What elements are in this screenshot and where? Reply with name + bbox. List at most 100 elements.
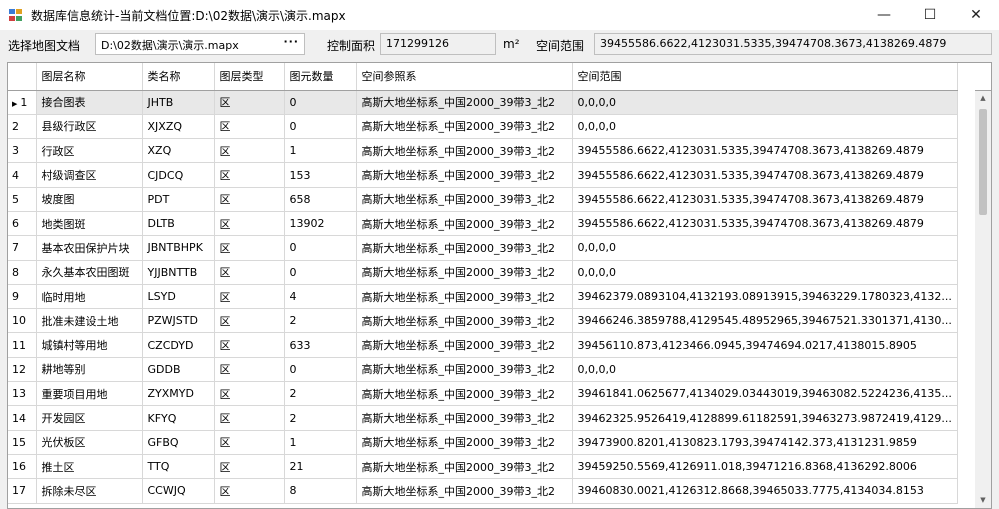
feature-count-cell[interactable]: 0 <box>284 114 357 140</box>
class-name-cell[interactable]: JHTB <box>142 90 215 115</box>
class-name-cell[interactable]: CZCDYD <box>142 332 215 358</box>
layer-type-cell[interactable]: 区 <box>214 260 285 285</box>
extent-cell[interactable]: 39459250.5569,4126911.018,39471216.8368,… <box>572 454 958 480</box>
col-header-class-name[interactable]: 类名称 <box>142 63 215 91</box>
extent-cell[interactable]: 39455586.6622,4123031.5335,39474708.3673… <box>572 162 958 188</box>
layer-type-cell[interactable]: 区 <box>214 90 285 115</box>
spatial-ref-cell[interactable]: 高斯大地坐标系_中国2000_39带3_北2 <box>356 381 573 407</box>
feature-count-cell[interactable]: 2 <box>284 381 357 407</box>
row-header[interactable]: 6 <box>8 211 37 237</box>
spatial-ref-cell[interactable]: 高斯大地坐标系_中国2000_39带3_北2 <box>356 235 573 261</box>
layer-type-cell[interactable]: 区 <box>214 114 285 140</box>
scroll-thumb[interactable] <box>979 109 987 215</box>
spatial-ref-cell[interactable]: 高斯大地坐标系_中国2000_39带3_北2 <box>356 405 573 431</box>
table-row[interactable]: ▶ 1 接合图表 JHTB 区 0 高斯大地坐标系_中国2000_39带3_北2 0,0,0,… <box>8 90 958 115</box>
layer-name-cell[interactable]: 拆除未尽区 <box>36 478 143 504</box>
class-name-cell[interactable]: ZYXMYD <box>142 381 215 407</box>
spatial-ref-cell[interactable]: 高斯大地坐标系_中国2000_39带3_北2 <box>356 332 573 358</box>
scroll-down-icon[interactable]: ▼ <box>975 493 991 508</box>
layer-name-cell[interactable]: 临时用地 <box>36 284 143 310</box>
layer-type-cell[interactable]: 区 <box>214 478 285 504</box>
class-name-cell[interactable]: CCWJQ <box>142 478 215 504</box>
table-row[interactable]: 12 耕地等别 GDDB 区 0 高斯大地坐标系_中国2000_39带3_北2 0,0,0,… <box>8 357 958 383</box>
spatial-ref-cell[interactable]: 高斯大地坐标系_中国2000_39带3_北2 <box>356 138 573 164</box>
layer-name-cell[interactable]: 行政区 <box>36 138 143 164</box>
layer-type-cell[interactable]: 区 <box>214 405 285 431</box>
layer-name-cell[interactable]: 村级调查区 <box>36 162 143 188</box>
layer-type-cell[interactable]: 区 <box>214 211 285 237</box>
class-name-cell[interactable]: CJDCQ <box>142 162 215 188</box>
layer-name-cell[interactable]: 坡度图 <box>36 187 143 212</box>
extent-cell[interactable]: 39455586.6622,4123031.5335,39474708.3673… <box>572 187 958 212</box>
row-header[interactable]: 4 <box>8 162 37 188</box>
table-row[interactable]: 6 地类图斑 DLTB 区 13902 高斯大地坐标系_中国2000_39带3_北2 394… <box>8 211 958 237</box>
layer-name-cell[interactable]: 地类图斑 <box>36 211 143 237</box>
class-name-cell[interactable]: GDDB <box>142 357 215 383</box>
layer-table[interactable]: 图层名称 类名称 图层类型 图元数量 空间参照系 空间范围 ▶ 1 接合图表 JHTB… <box>7 62 992 509</box>
table-row[interactable]: 5 坡度图 PDT 区 658 高斯大地坐标系_中国2000_39带3_北2 3945558… <box>8 187 958 212</box>
row-header[interactable]: 2 <box>8 114 37 140</box>
extent-cell[interactable]: 39456110.873,4123466.0945,39474694.0217,… <box>572 332 958 358</box>
feature-count-cell[interactable]: 153 <box>284 162 357 188</box>
row-header[interactable]: 17 <box>8 478 37 504</box>
table-row[interactable]: 3 行政区 XZQ 区 1 高斯大地坐标系_中国2000_39带3_北2 39455586.… <box>8 138 958 164</box>
feature-count-cell[interactable]: 1 <box>284 138 357 164</box>
col-header-feature-count[interactable]: 图元数量 <box>284 63 357 91</box>
spatial-ref-cell[interactable]: 高斯大地坐标系_中国2000_39带3_北2 <box>356 211 573 237</box>
table-row[interactable]: 11 城镇村等用地 CZCDYD 区 633 高斯大地坐标系_中国2000_39带3_北2… <box>8 332 958 358</box>
class-name-cell[interactable]: GFBQ <box>142 430 215 455</box>
feature-count-cell[interactable]: 658 <box>284 187 357 212</box>
spatial-ref-cell[interactable]: 高斯大地坐标系_中国2000_39带3_北2 <box>356 308 573 334</box>
feature-count-cell[interactable]: 4 <box>284 284 357 310</box>
extent-cell[interactable]: 0,0,0,0 <box>572 357 958 383</box>
row-header[interactable]: 15 <box>8 430 37 455</box>
spatial-ref-cell[interactable]: 高斯大地坐标系_中国2000_39带3_北2 <box>356 430 573 455</box>
layer-name-cell[interactable]: 推土区 <box>36 454 143 480</box>
minimize-button[interactable]: — <box>861 0 907 30</box>
col-header-spatial-ref[interactable]: 空间参照系 <box>356 63 573 91</box>
extent-cell[interactable]: 39455586.6622,4123031.5335,39474708.3673… <box>572 211 958 237</box>
layer-type-cell[interactable]: 区 <box>214 332 285 358</box>
feature-count-cell[interactable]: 633 <box>284 332 357 358</box>
layer-name-cell[interactable]: 基本农田保护片块 <box>36 235 143 261</box>
table-row[interactable]: 17 拆除未尽区 CCWJQ 区 8 高斯大地坐标系_中国2000_39带3_北2 3946… <box>8 478 958 504</box>
spatial-ref-cell[interactable]: 高斯大地坐标系_中国2000_39带3_北2 <box>356 478 573 504</box>
spatial-ref-cell[interactable]: 高斯大地坐标系_中国2000_39带3_北2 <box>356 187 573 212</box>
layer-type-cell[interactable]: 区 <box>214 284 285 310</box>
table-row[interactable]: 14 开发园区 KFYQ 区 2 高斯大地坐标系_中国2000_39带3_北2 394623… <box>8 405 958 431</box>
feature-count-cell[interactable]: 0 <box>284 235 357 261</box>
table-row[interactable]: 13 重要项目用地 ZYXMYD 区 2 高斯大地坐标系_中国2000_39带3_北2 39… <box>8 381 958 407</box>
class-name-cell[interactable]: KFYQ <box>142 405 215 431</box>
extent-cell[interactable]: 39462379.0893104,4132193.08913915,394632… <box>572 284 958 310</box>
class-name-cell[interactable]: XZQ <box>142 138 215 164</box>
extent-cell[interactable]: 39466246.3859788,4129545.48952965,394675… <box>572 308 958 334</box>
class-name-cell[interactable]: PZWJSTD <box>142 308 215 334</box>
extent-cell[interactable]: 0,0,0,0 <box>572 235 958 261</box>
scroll-up-icon[interactable]: ▲ <box>975 91 991 106</box>
browse-button[interactable]: ··· <box>283 35 299 48</box>
layer-name-cell[interactable]: 重要项目用地 <box>36 381 143 407</box>
class-name-cell[interactable]: JBNTBHPK <box>142 235 215 261</box>
layer-type-cell[interactable]: 区 <box>214 381 285 407</box>
extent-cell[interactable]: 39455586.6622,4123031.5335,39474708.3673… <box>572 138 958 164</box>
class-name-cell[interactable]: XJXZQ <box>142 114 215 140</box>
layer-type-cell[interactable]: 区 <box>214 187 285 212</box>
layer-name-cell[interactable]: 永久基本农田图斑 <box>36 260 143 285</box>
row-header[interactable]: 9 <box>8 284 37 310</box>
spatial-ref-cell[interactable]: 高斯大地坐标系_中国2000_39带3_北2 <box>356 162 573 188</box>
feature-count-cell[interactable]: 1 <box>284 430 357 455</box>
col-header-layer-name[interactable]: 图层名称 <box>36 63 143 91</box>
layer-type-cell[interactable]: 区 <box>214 454 285 480</box>
col-header-layer-type[interactable]: 图层类型 <box>214 63 285 91</box>
col-header-extent[interactable]: 空间范围 <box>572 63 958 91</box>
extent-cell[interactable]: 0,0,0,0 <box>572 114 958 140</box>
close-button[interactable]: ✕ <box>953 0 999 30</box>
layer-name-cell[interactable]: 县级行政区 <box>36 114 143 140</box>
layer-type-cell[interactable]: 区 <box>214 357 285 383</box>
layer-name-cell[interactable]: 开发园区 <box>36 405 143 431</box>
row-header[interactable]: 10 <box>8 308 37 334</box>
layer-type-cell[interactable]: 区 <box>214 162 285 188</box>
row-header[interactable]: ▶ 1 <box>8 90 37 115</box>
layer-name-cell[interactable]: 城镇村等用地 <box>36 332 143 358</box>
row-header[interactable]: 12 <box>8 357 37 383</box>
